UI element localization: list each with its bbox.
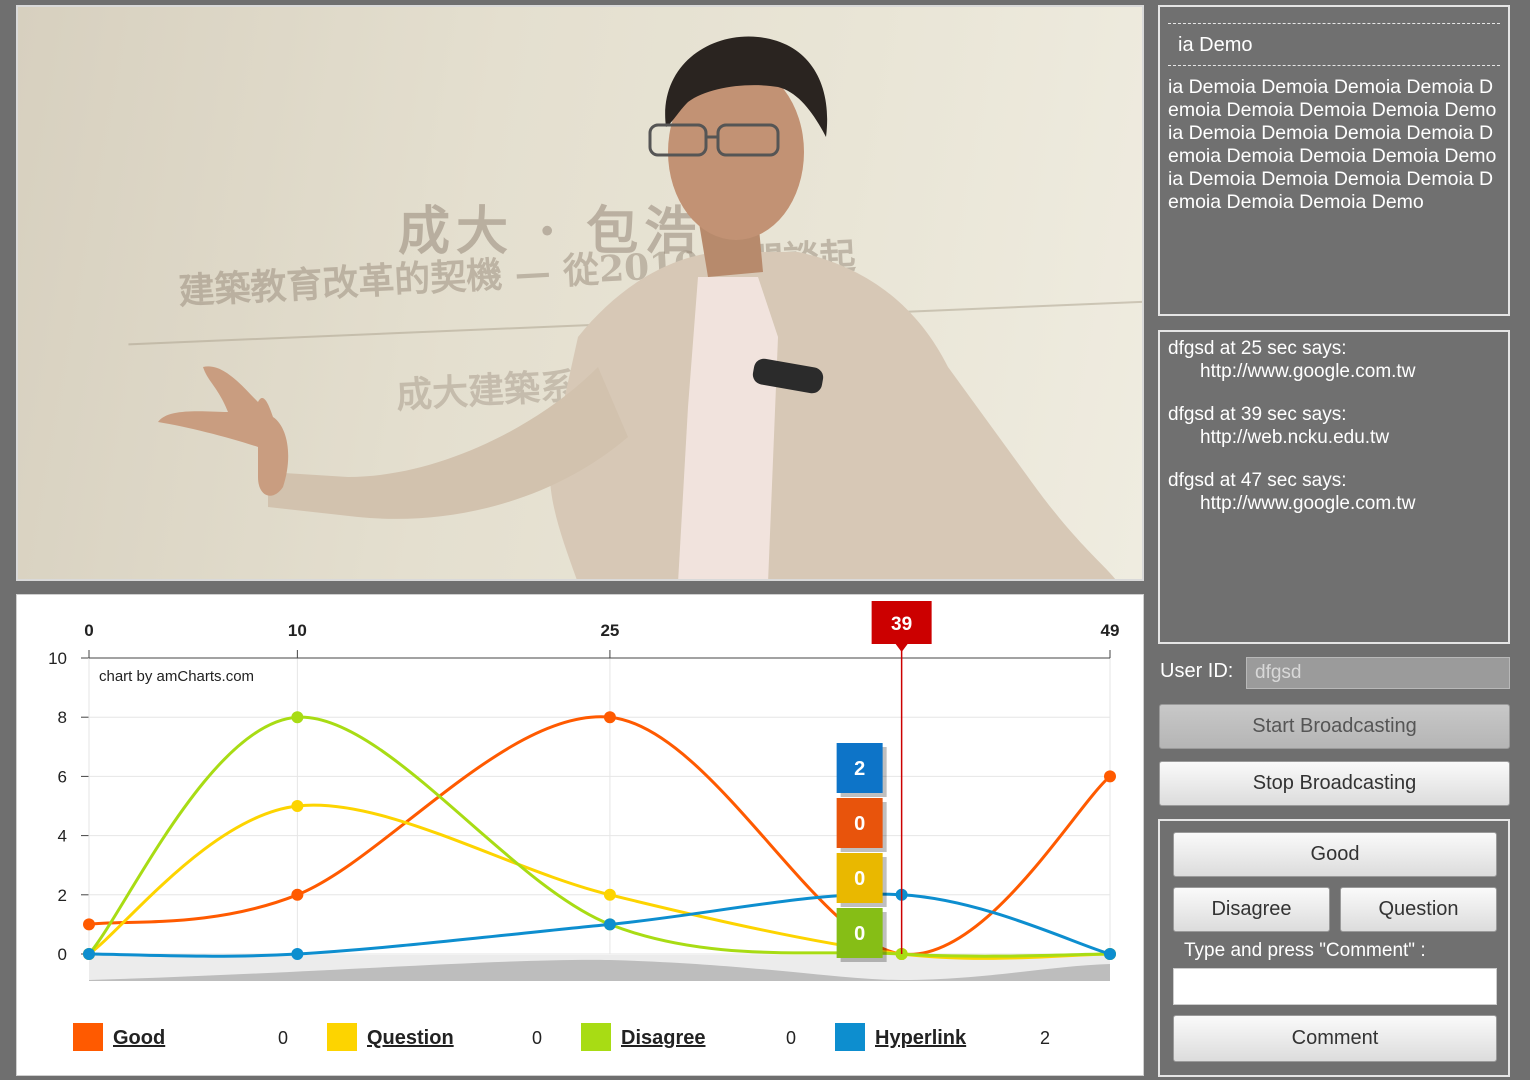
description-body: ia Demoia Demoia Demoia Demoia Demoia De…: [1168, 76, 1497, 213]
comment-header: dfgsd at 47 sec says:: [1168, 470, 1347, 491]
y-tick-label: 4: [58, 827, 67, 846]
balloon-value: 2: [854, 758, 865, 780]
description-title: ia Demo: [1178, 34, 1253, 56]
x-tick-label: 49: [1101, 621, 1120, 640]
user-id-input[interactable]: [1246, 657, 1510, 689]
description-panel: ia Demo ia Demoia Demoia Demoia Demoia D…: [1158, 5, 1510, 316]
chart-canvas[interactable]: 0 2 4 6 8 10 0 10 25 49 chart by amCharts.com 39 2 0 0…: [17, 595, 1145, 1077]
legend-marker-hyperlink: [835, 1023, 865, 1051]
balloon-value: 0: [854, 923, 865, 945]
legend-label-good[interactable]: Good: [113, 1027, 165, 1049]
comments-panel[interactable]: dfgsd at 25 sec says: http://www.google.…: [1158, 330, 1510, 644]
comment-button[interactable]: Comment: [1173, 1015, 1497, 1062]
stop-broadcasting-button[interactable]: Stop Broadcasting: [1159, 761, 1510, 806]
comment-prompt: Type and press "Comment" :: [1184, 940, 1426, 961]
video-player[interactable]: 成大 · 包浩 建築教育改革的契機 — 從2010 訪問談起 成大建築系: [16, 5, 1144, 581]
legend-label-question[interactable]: Question: [367, 1027, 454, 1049]
data-point-good: [83, 918, 95, 931]
chart-credit: chart by amCharts.com: [99, 668, 254, 685]
data-point-hyperlink: [83, 948, 95, 960]
y-tick-label: 0: [58, 945, 67, 964]
x-tick-label: 25: [600, 621, 619, 640]
comment-header: dfgsd at 39 sec says:: [1168, 404, 1347, 425]
y-tick-label: 8: [58, 708, 67, 727]
legend-label-disagree[interactable]: Disagree: [621, 1027, 706, 1049]
data-point-good: [291, 888, 304, 901]
y-tick-label: 2: [58, 886, 67, 905]
legend-value: 2: [1040, 1028, 1050, 1048]
legend-marker-question: [327, 1023, 357, 1051]
good-button[interactable]: Good: [1173, 832, 1497, 877]
comment-input[interactable]: [1173, 968, 1497, 1005]
data-point-hyperlink: [603, 918, 616, 931]
balloon-value: 0: [854, 868, 865, 890]
comment-link[interactable]: http://www.google.com.tw: [1168, 492, 1500, 516]
plot-area: [88, 657, 1111, 955]
user-id-label: User ID:: [1160, 660, 1234, 682]
data-point-hyperlink: [1104, 948, 1116, 960]
x-tick-label: 10: [288, 621, 307, 640]
data-point-disagree: [291, 711, 304, 724]
legend-value: 0: [278, 1028, 288, 1048]
legend-value: 0: [532, 1028, 542, 1048]
cursor-label: 39: [891, 614, 912, 635]
y-tick-label: 6: [58, 767, 67, 786]
comment-header: dfgsd at 25 sec says:: [1168, 338, 1347, 359]
legend-marker-disagree: [581, 1023, 611, 1051]
disagree-button[interactable]: Disagree: [1173, 887, 1330, 932]
start-broadcasting-button[interactable]: Start Broadcasting: [1159, 704, 1510, 749]
legend-marker-good: [73, 1023, 103, 1051]
comment-item: dfgsd at 39 sec says: http://web.ncku.ed…: [1168, 404, 1500, 450]
y-tick-label: 10: [48, 649, 67, 668]
x-tick-label: 0: [84, 621, 93, 640]
question-button[interactable]: Question: [1340, 887, 1497, 932]
comment-link[interactable]: http://web.ncku.edu.tw: [1168, 426, 1500, 450]
speaker-figure: [158, 36, 1116, 579]
comment-link[interactable]: http://www.google.com.tw: [1168, 360, 1500, 384]
balloon-value: 0: [854, 813, 865, 835]
legend-label-hyperlink[interactable]: Hyperlink: [875, 1027, 967, 1049]
divider: [1168, 65, 1500, 66]
data-point-good: [1104, 770, 1116, 783]
data-point-question: [603, 888, 616, 901]
data-point-good: [603, 711, 616, 724]
comment-item: dfgsd at 47 sec says: http://www.google.…: [1168, 470, 1500, 516]
comment-item: dfgsd at 25 sec says: http://www.google.…: [1168, 338, 1500, 384]
data-point-question: [291, 800, 304, 812]
feedback-chart[interactable]: 0 2 4 6 8 10 0 10 25 49 chart by amCharts.com 39 2 0 0…: [16, 594, 1144, 1076]
data-point-hyperlink: [291, 948, 304, 960]
legend-value: 0: [786, 1028, 796, 1048]
